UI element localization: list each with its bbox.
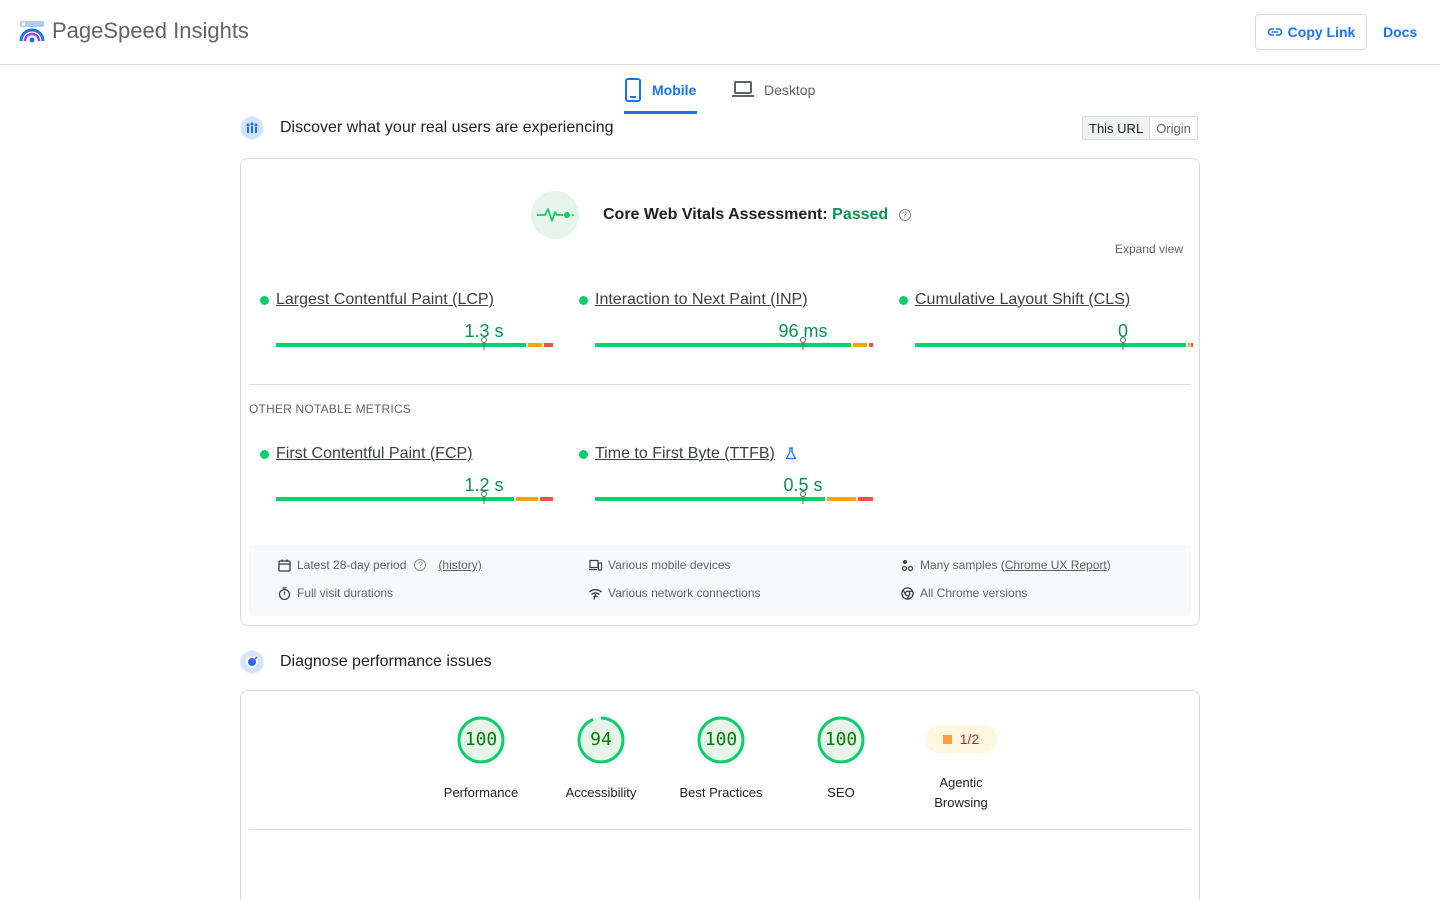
info-chrome: All Chrome versions — [901, 586, 1027, 600]
score-label: Best Practices — [679, 785, 763, 800]
info-chrome-text: All Chrome versions — [920, 586, 1028, 600]
metric-name-link[interactable]: Largest Contentful Paint (LCP) — [276, 291, 494, 309]
score-label: Accessibility — [565, 785, 637, 800]
smartphone-icon — [625, 78, 641, 102]
tab-mobile[interactable]: Mobile — [624, 74, 697, 114]
distribution-bar — [915, 343, 1193, 347]
calendar-icon — [278, 559, 291, 572]
info-period: Latest 28-day period ? (history) — [278, 558, 482, 572]
url-origin-toggle: This URL Origin — [1082, 116, 1198, 140]
percentile-marker-icon — [1120, 337, 1126, 350]
pagespeed-logo-icon[interactable] — [19, 19, 45, 45]
samples-prefix: Many samples ( — [920, 558, 1005, 572]
percentile-marker-icon — [800, 491, 806, 504]
devices-icon — [589, 559, 602, 571]
score-value: 94 — [590, 729, 612, 750]
field-data-icon — [240, 116, 264, 140]
distribution-bar — [595, 343, 873, 347]
chrome-icon — [901, 586, 914, 600]
cwv-assessment-status: Passed — [832, 206, 889, 223]
docs-link[interactable]: Docs — [1383, 24, 1417, 40]
info-network: Various network connections — [589, 586, 761, 600]
top-app-bar: PageSpeed Insights Copy Link Docs — [0, 0, 1440, 65]
people-icon — [901, 559, 914, 571]
expand-view-button[interactable]: Expand view — [1115, 242, 1183, 256]
other-metrics-heading: OTHER NOTABLE METRICS — [249, 402, 411, 416]
score-value: 100 — [464, 729, 498, 750]
diagnose-title: Diagnose performance issues — [280, 653, 492, 670]
status-dot — [260, 450, 269, 459]
lab-data-icon — [240, 650, 264, 674]
info-devices: Various mobile devices — [589, 558, 731, 572]
metric-name-link[interactable]: Interaction to Next Paint (INP) — [595, 291, 808, 309]
distribution-bar — [276, 343, 553, 347]
metric-name-text: Time to First Byte (TTFB) — [595, 445, 775, 462]
app-title: PageSpeed Insights — [52, 18, 249, 43]
score-gauge-performance[interactable]: 100 Performance — [431, 715, 531, 803]
scores-card: 100 Performance 94 Accessibility 100 Best Pra… — [240, 690, 1200, 900]
samples-suffix: ) — [1106, 558, 1111, 572]
score-gauge-accessibility[interactable]: 94 Accessibility — [551, 715, 651, 803]
info-devices-text: Various mobile devices — [608, 558, 731, 572]
chrome-ux-report-link[interactable]: Chrome UX Report — [1005, 558, 1107, 572]
distribution-bar — [595, 497, 873, 501]
help-icon[interactable]: ? — [898, 208, 911, 221]
info-samples-text: Many samples (Chrome UX Report) — [920, 558, 1111, 572]
status-dot — [260, 296, 269, 305]
tab-desktop[interactable]: Desktop — [732, 74, 815, 114]
data-source-info: Latest 28-day period ? (history) Various… — [249, 545, 1191, 616]
score-value: 100 — [704, 729, 738, 750]
field-data-title: Discover what your real users are experi… — [280, 119, 614, 136]
section-divider — [249, 384, 1191, 385]
wifi-icon — [589, 588, 602, 600]
copy-link-button[interactable]: Copy Link — [1255, 14, 1367, 50]
status-dot — [579, 450, 588, 459]
section-divider — [249, 829, 1191, 830]
this-url-button[interactable]: This URL — [1083, 117, 1151, 139]
agentic-browsing-label: Agentic Browsing — [934, 775, 988, 810]
info-samples: Many samples (Chrome UX Report) — [901, 558, 1111, 572]
core-web-vitals-card: Core Web Vitals Assessment: Passed ? Exp… — [240, 158, 1200, 626]
score-gauge-seo[interactable]: 100 SEO — [791, 715, 891, 803]
origin-button[interactable]: Origin — [1150, 117, 1197, 139]
score-label: SEO — [827, 785, 855, 800]
info-network-text: Various network connections — [608, 586, 761, 600]
percentile-marker-icon — [481, 337, 487, 350]
agentic-browsing-badge[interactable]: 1/2 — [925, 725, 997, 753]
distribution-bar — [276, 497, 553, 501]
metric-name-link[interactable]: Cumulative Layout Shift (CLS) — [915, 291, 1130, 309]
heartbeat-icon — [531, 191, 579, 239]
laptop-icon — [732, 81, 754, 97]
copy-link-label: Copy Link — [1287, 24, 1356, 40]
metric-name-link[interactable]: Time to First Byte (TTFB) — [595, 445, 775, 463]
score-gauge-best-practices[interactable]: 100 Best Practices — [671, 715, 771, 803]
status-dot — [579, 296, 588, 305]
average-square-icon — [942, 734, 952, 744]
link-icon — [1267, 28, 1282, 36]
tab-desktop-label: Desktop — [764, 82, 816, 98]
metric-name-link[interactable]: First Contentful Paint (FCP) — [276, 445, 473, 463]
timer-icon — [278, 586, 291, 600]
status-dot — [899, 296, 908, 305]
score-label: Performance — [443, 785, 519, 800]
info-durations: Full visit durations — [278, 586, 393, 600]
history-link[interactable]: (history) — [438, 558, 481, 572]
agentic-value: 1/2 — [959, 731, 980, 747]
tab-mobile-label: Mobile — [652, 82, 697, 98]
flask-icon — [785, 447, 797, 460]
help-icon[interactable]: ? — [414, 559, 427, 571]
cwv-assessment-label: Core Web Vitals Assessment: — [603, 206, 828, 223]
percentile-marker-icon — [800, 337, 806, 350]
score-value: 100 — [824, 729, 858, 750]
info-durations-text: Full visit durations — [297, 586, 394, 600]
info-period-text: Latest 28-day period — [297, 558, 407, 572]
cwv-assessment: Core Web Vitals Assessment: Passed ? — [603, 206, 911, 224]
percentile-marker-icon — [481, 491, 487, 504]
